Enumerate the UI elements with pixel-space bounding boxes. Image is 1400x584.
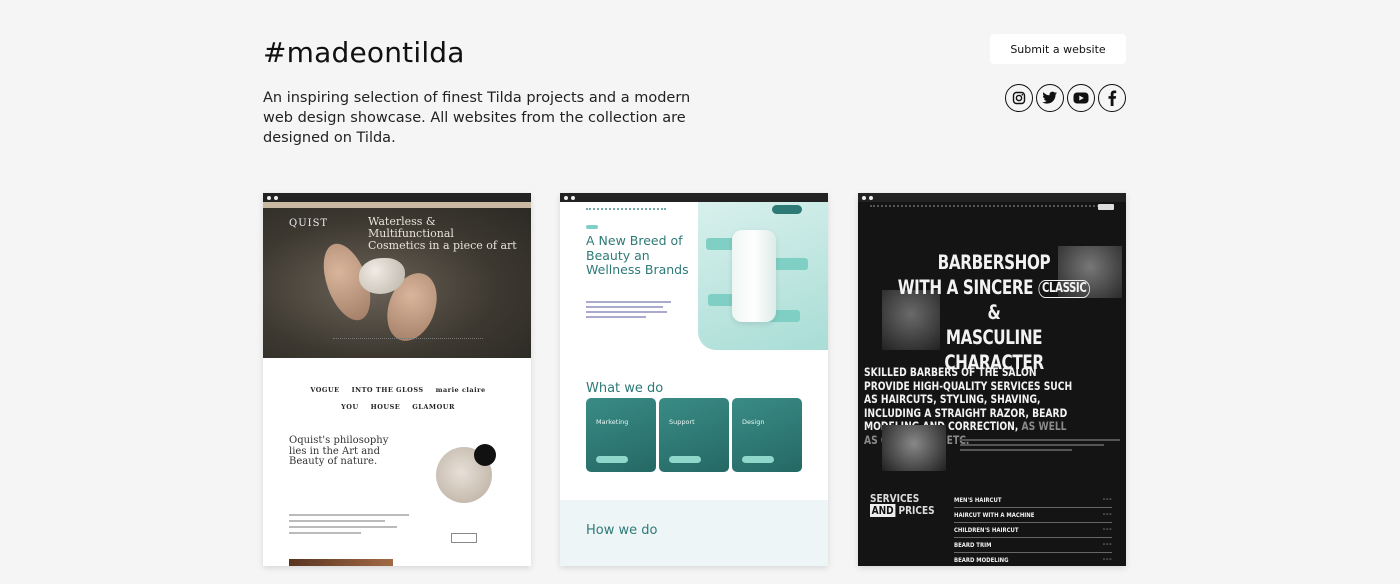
project-screenshot: A New Breed of Beauty an Wellness Brands… xyxy=(560,202,828,566)
page-description: An inspiring selection of finest Tilda p… xyxy=(263,90,691,146)
social-links xyxy=(1005,84,1126,112)
section-title: How we do xyxy=(586,523,658,538)
facebook-link[interactable] xyxy=(1098,84,1126,112)
browser-bar xyxy=(560,193,828,202)
instagram-link[interactable] xyxy=(1005,84,1033,112)
youtube-icon xyxy=(1073,92,1089,104)
project-headline: BARBERSHOP WITH A SINCERE CLASSIC & MASC… xyxy=(894,250,1094,375)
section-title: What we do xyxy=(586,381,664,396)
project-card-oquist[interactable]: QUIST Waterless & Multifunctional Cosmet… xyxy=(263,193,531,566)
youtube-link[interactable] xyxy=(1067,84,1095,112)
list-item: BEARD TRIM ◦◦◦ xyxy=(954,538,1112,553)
service-box: Design xyxy=(732,398,802,472)
project-card-elm-labs[interactable]: A New Breed of Beauty an Wellness Brands… xyxy=(560,193,828,566)
list-item: HAIRCUT WITH A MACHINE ◦◦◦ xyxy=(954,508,1112,523)
badge-icon xyxy=(474,444,496,466)
project-screenshot: QUIST Waterless & Multifunctional Cosmet… xyxy=(263,202,531,566)
list-item: BEARD MODELING ◦◦◦ xyxy=(954,553,1112,566)
project-headline: A New Breed of Beauty an Wellness Brands xyxy=(586,233,689,277)
list-item: MEN'S HAIRCUT ◦◦◦ xyxy=(954,493,1112,508)
submit-website-button[interactable]: Submit a website xyxy=(990,34,1126,64)
product-bottle xyxy=(732,230,776,322)
project-card-barbershop[interactable]: BARBERSHOP WITH A SINCERE CLASSIC & MASC… xyxy=(858,193,1126,566)
page-title: #madeontilda xyxy=(263,36,465,69)
philosophy-text: Oquist's philosophy lies in the Art and … xyxy=(289,435,389,467)
browser-bar xyxy=(858,193,1126,202)
project-headline: Waterless & Multifunctional Cosmetics in… xyxy=(368,215,517,252)
services-title: SERVICES AND PRICES xyxy=(870,492,935,517)
instagram-icon xyxy=(1012,91,1026,105)
twitter-link[interactable] xyxy=(1036,84,1064,112)
service-box: Support xyxy=(659,398,729,472)
browser-bar xyxy=(263,193,531,202)
hero-image: QUIST Waterless & Multifunctional Cosmet… xyxy=(263,202,531,358)
project-screenshot: BARBERSHOP WITH A SINCERE CLASSIC & MASC… xyxy=(858,202,1126,566)
twitter-icon xyxy=(1042,91,1057,104)
facebook-icon xyxy=(1108,90,1117,106)
service-box: Marketing xyxy=(586,398,656,472)
list-item: CHILDREN'S HAIRCUT ◦◦◦ xyxy=(954,523,1112,538)
project-logo: QUIST xyxy=(289,218,329,229)
services-list: MEN'S HAIRCUT ◦◦◦ HAIRCUT WITH A MACHINE ◦… xyxy=(954,493,1112,566)
barber-photo xyxy=(882,425,946,471)
press-logos: VOGUE INTO THE GLOSS marie claire YOU HOUSE… xyxy=(310,386,486,411)
